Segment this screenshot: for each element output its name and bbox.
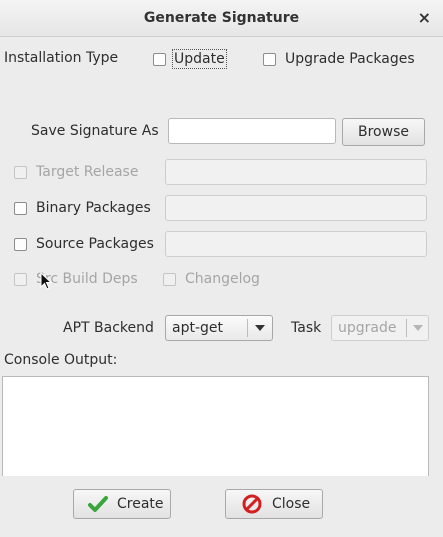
installation-type-label: Installation Type xyxy=(4,50,119,66)
chevron-down-icon xyxy=(255,325,265,331)
chevron-down-icon xyxy=(413,325,423,331)
task-select[interactable]: upgrade xyxy=(331,315,429,341)
source-packages-label: Source Packages xyxy=(36,236,154,252)
title-bar: Generate Signature × xyxy=(0,0,443,37)
binary-packages-input[interactable] xyxy=(165,195,427,221)
task-value: upgrade xyxy=(338,320,397,336)
close-button-label: Close xyxy=(272,496,311,512)
console-output-textarea[interactable] xyxy=(2,376,429,476)
source-packages-input[interactable] xyxy=(165,231,427,257)
console-output-label: Console Output: xyxy=(4,352,118,368)
src-build-deps-checkbox[interactable] xyxy=(14,273,27,286)
save-signature-input[interactable] xyxy=(168,118,336,144)
checkmark-icon xyxy=(88,496,108,512)
close-window-icon[interactable]: × xyxy=(418,8,431,27)
mouse-pointer-icon xyxy=(40,272,52,290)
changelog-checkbox[interactable] xyxy=(163,273,176,286)
close-button[interactable]: Close xyxy=(225,489,323,519)
save-signature-label: Save Signature As xyxy=(31,123,159,139)
task-label: Task xyxy=(291,320,322,336)
upgrade-packages-label[interactable]: Upgrade Packages xyxy=(285,51,415,67)
binary-packages-checkbox[interactable] xyxy=(14,202,27,215)
create-button-label: Create xyxy=(117,496,164,512)
browse-button[interactable]: Browse xyxy=(342,118,425,146)
update-label[interactable]: Update xyxy=(172,49,227,69)
changelog-label: Changelog xyxy=(185,271,260,287)
cancel-icon xyxy=(242,494,262,514)
binary-packages-label: Binary Packages xyxy=(36,200,151,216)
apt-backend-value: apt-get xyxy=(172,320,223,336)
source-packages-checkbox[interactable] xyxy=(14,238,27,251)
create-button[interactable]: Create xyxy=(73,489,171,519)
update-checkbox[interactable] xyxy=(153,53,166,66)
target-release-checkbox[interactable] xyxy=(14,166,27,179)
apt-backend-select[interactable]: apt-get xyxy=(165,315,273,341)
upgrade-packages-checkbox[interactable] xyxy=(263,53,276,66)
window-title: Generate Signature xyxy=(143,10,300,26)
target-release-label: Target Release xyxy=(36,164,139,180)
target-release-input[interactable] xyxy=(165,159,427,185)
apt-backend-label: APT Backend xyxy=(63,320,154,336)
